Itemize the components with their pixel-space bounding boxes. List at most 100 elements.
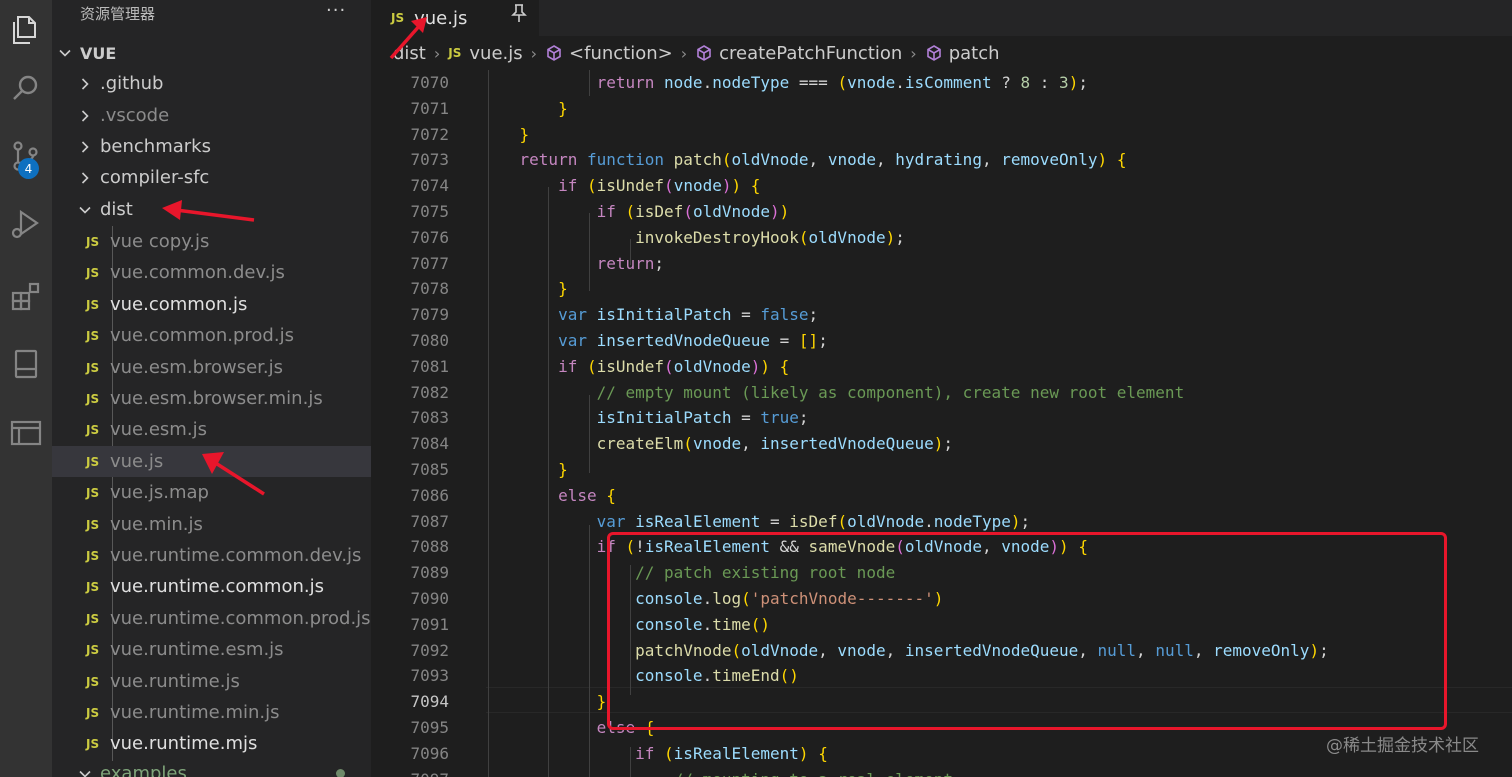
breadcrumb: dist › JS vue.js › <function> › createPa… [371, 36, 1512, 70]
file-item[interactable]: JS vue.runtime.common.prod.js [52, 603, 371, 634]
activity-bar: 4 [0, 0, 52, 777]
line-number: 7092 [410, 641, 449, 660]
folder-github[interactable]: .github [52, 68, 371, 99]
folder-benchmarks[interactable]: benchmarks [52, 131, 371, 162]
line-number: 7078 [410, 279, 449, 298]
js-file-icon: JS [86, 705, 100, 720]
js-file-icon: JS [86, 611, 100, 626]
code-line: } [558, 99, 568, 118]
file-label: vue.runtime.common.prod.js [110, 608, 371, 629]
code-line: } [596, 692, 607, 711]
js-file-icon: JS [86, 517, 100, 532]
file-item[interactable]: JS vue.common.dev.js [52, 257, 371, 288]
file-item[interactable]: JS vue.runtime.esm.js [52, 634, 371, 665]
search-icon[interactable] [0, 58, 52, 118]
js-file-icon: JS [86, 674, 100, 689]
file-item[interactable]: JS vue.esm.browser.js [52, 352, 371, 383]
workspace-root-label: VUE [80, 43, 117, 63]
file-item[interactable]: JS vue.common.js [52, 289, 371, 320]
line-number: 7088 [410, 537, 449, 556]
workspace-root[interactable]: VUE [52, 39, 371, 67]
watermark: @稀土掘金技术社区 [1326, 736, 1479, 756]
breadcrumb-separator: › [530, 43, 538, 63]
folder-label: compiler-sfc [100, 167, 210, 188]
file-item[interactable]: JS vue.runtime.min.js [52, 697, 371, 728]
file-label: vue.runtime.min.js [110, 702, 280, 723]
chevron-down-icon [79, 770, 91, 777]
line-number: 7085 [410, 460, 449, 479]
folder-compiler-sfc[interactable]: compiler-sfc [52, 162, 371, 193]
code-line: var insertedVnodeQueue = []; [558, 331, 828, 350]
breadcrumb-file[interactable]: JS vue.js [448, 43, 522, 64]
extensions-icon[interactable] [0, 266, 52, 326]
file-item[interactable]: JS vue.esm.js [52, 414, 371, 445]
explorer-sidebar: 资源管理器 ··· VUE .github .vscode benchmarks… [52, 0, 371, 777]
breadcrumb-symbol-label: patch [948, 42, 1000, 64]
file-label: vue.common.js [110, 294, 248, 315]
file-label: vue.esm.browser.js [110, 357, 284, 378]
explorer-icon[interactable] [0, 0, 52, 60]
file-label: vue.js [110, 451, 164, 472]
js-file-icon: JS [86, 265, 100, 280]
js-file-icon: JS [86, 579, 100, 594]
line-number: 7073 [410, 150, 449, 169]
code-line: var isInitialPatch = false; [558, 305, 819, 324]
chevron-right-icon [81, 77, 89, 90]
panel-icon[interactable] [0, 402, 52, 462]
line-number: 7079 [410, 305, 449, 324]
code-line: return function patch(oldVnode, vnode, h… [519, 150, 1127, 169]
modified-dot [336, 769, 345, 777]
line-number: 7097 [371, 767, 449, 777]
sidebar-title: 资源管理器 [80, 5, 156, 23]
code-line: if (isUndef(vnode)) { [558, 176, 761, 195]
line-number: 7077 [410, 254, 449, 273]
breadcrumb-file-label: vue.js [469, 42, 523, 64]
annotation-highlight-box [607, 532, 1447, 730]
code-line: if (isRealElement) { [635, 744, 828, 763]
line-number: 7094 [410, 692, 449, 711]
breadcrumb-symbol-label: createPatchFunction [719, 42, 903, 64]
file-label: vue.runtime.common.dev.js [110, 545, 362, 566]
run-debug-icon[interactable] [0, 194, 52, 254]
book-icon[interactable] [0, 334, 52, 394]
line-number: 7091 [410, 615, 449, 634]
file-item[interactable]: JS vue copy.js [52, 226, 371, 257]
js-file-icon: JS [86, 454, 100, 469]
symbol-method-icon [697, 45, 711, 61]
line-number: 7070 [410, 73, 449, 92]
js-file-icon: JS [86, 548, 100, 563]
file-label: vue.runtime.js [110, 671, 240, 692]
folder-label: examples [100, 763, 187, 777]
file-item[interactable]: JS vue.runtime.js [52, 666, 371, 697]
line-number: 7072 [410, 125, 449, 144]
file-label: vue.runtime.esm.js [110, 639, 284, 660]
file-item[interactable]: JS vue.esm.browser.min.js [52, 383, 371, 414]
code-line: return node.nodeType === (vnode.isCommen… [596, 73, 1088, 92]
js-file-icon: JS [86, 360, 100, 375]
code-line: // mounting to a real element [481, 767, 953, 777]
file-item[interactable]: JS vue.runtime.common.js [52, 571, 371, 602]
file-item[interactable]: JS vue.runtime.common.dev.js [52, 540, 371, 571]
sidebar-more-button[interactable]: ··· [326, 0, 346, 21]
breadcrumb-symbol-patch[interactable]: patch [925, 43, 1000, 64]
code-line: else { [558, 486, 616, 505]
folder-examples[interactable]: examples [52, 758, 371, 777]
line-number: 7096 [410, 744, 449, 763]
file-item[interactable]: JS vue.runtime.mjs [52, 728, 371, 759]
file-label: vue.common.dev.js [110, 262, 285, 283]
line-number-gutter: 7070 7071 7072 7073 7074 7075 7076 7077 7078 7079… [371, 70, 461, 777]
breadcrumb-symbol-function[interactable]: <function> [545, 43, 673, 64]
file-item[interactable]: JS vue.min.js [52, 509, 371, 540]
code-line: if (isUndef(oldVnode)) { [558, 357, 790, 376]
breadcrumb-separator: › [910, 43, 917, 63]
pin-icon[interactable] [509, 2, 529, 24]
folder-vscode[interactable]: .vscode [52, 100, 371, 131]
file-item[interactable]: JS vue.common.prod.js [52, 320, 371, 351]
file-label: vue.esm.js [110, 419, 207, 440]
line-number: 7075 [410, 202, 449, 221]
code-line: return; [596, 254, 665, 273]
line-number: 7087 [410, 512, 449, 531]
chevron-right-icon [81, 140, 89, 153]
folder-label: dist [100, 199, 133, 220]
breadcrumb-symbol-createpatchfunction[interactable]: createPatchFunction [695, 43, 902, 64]
